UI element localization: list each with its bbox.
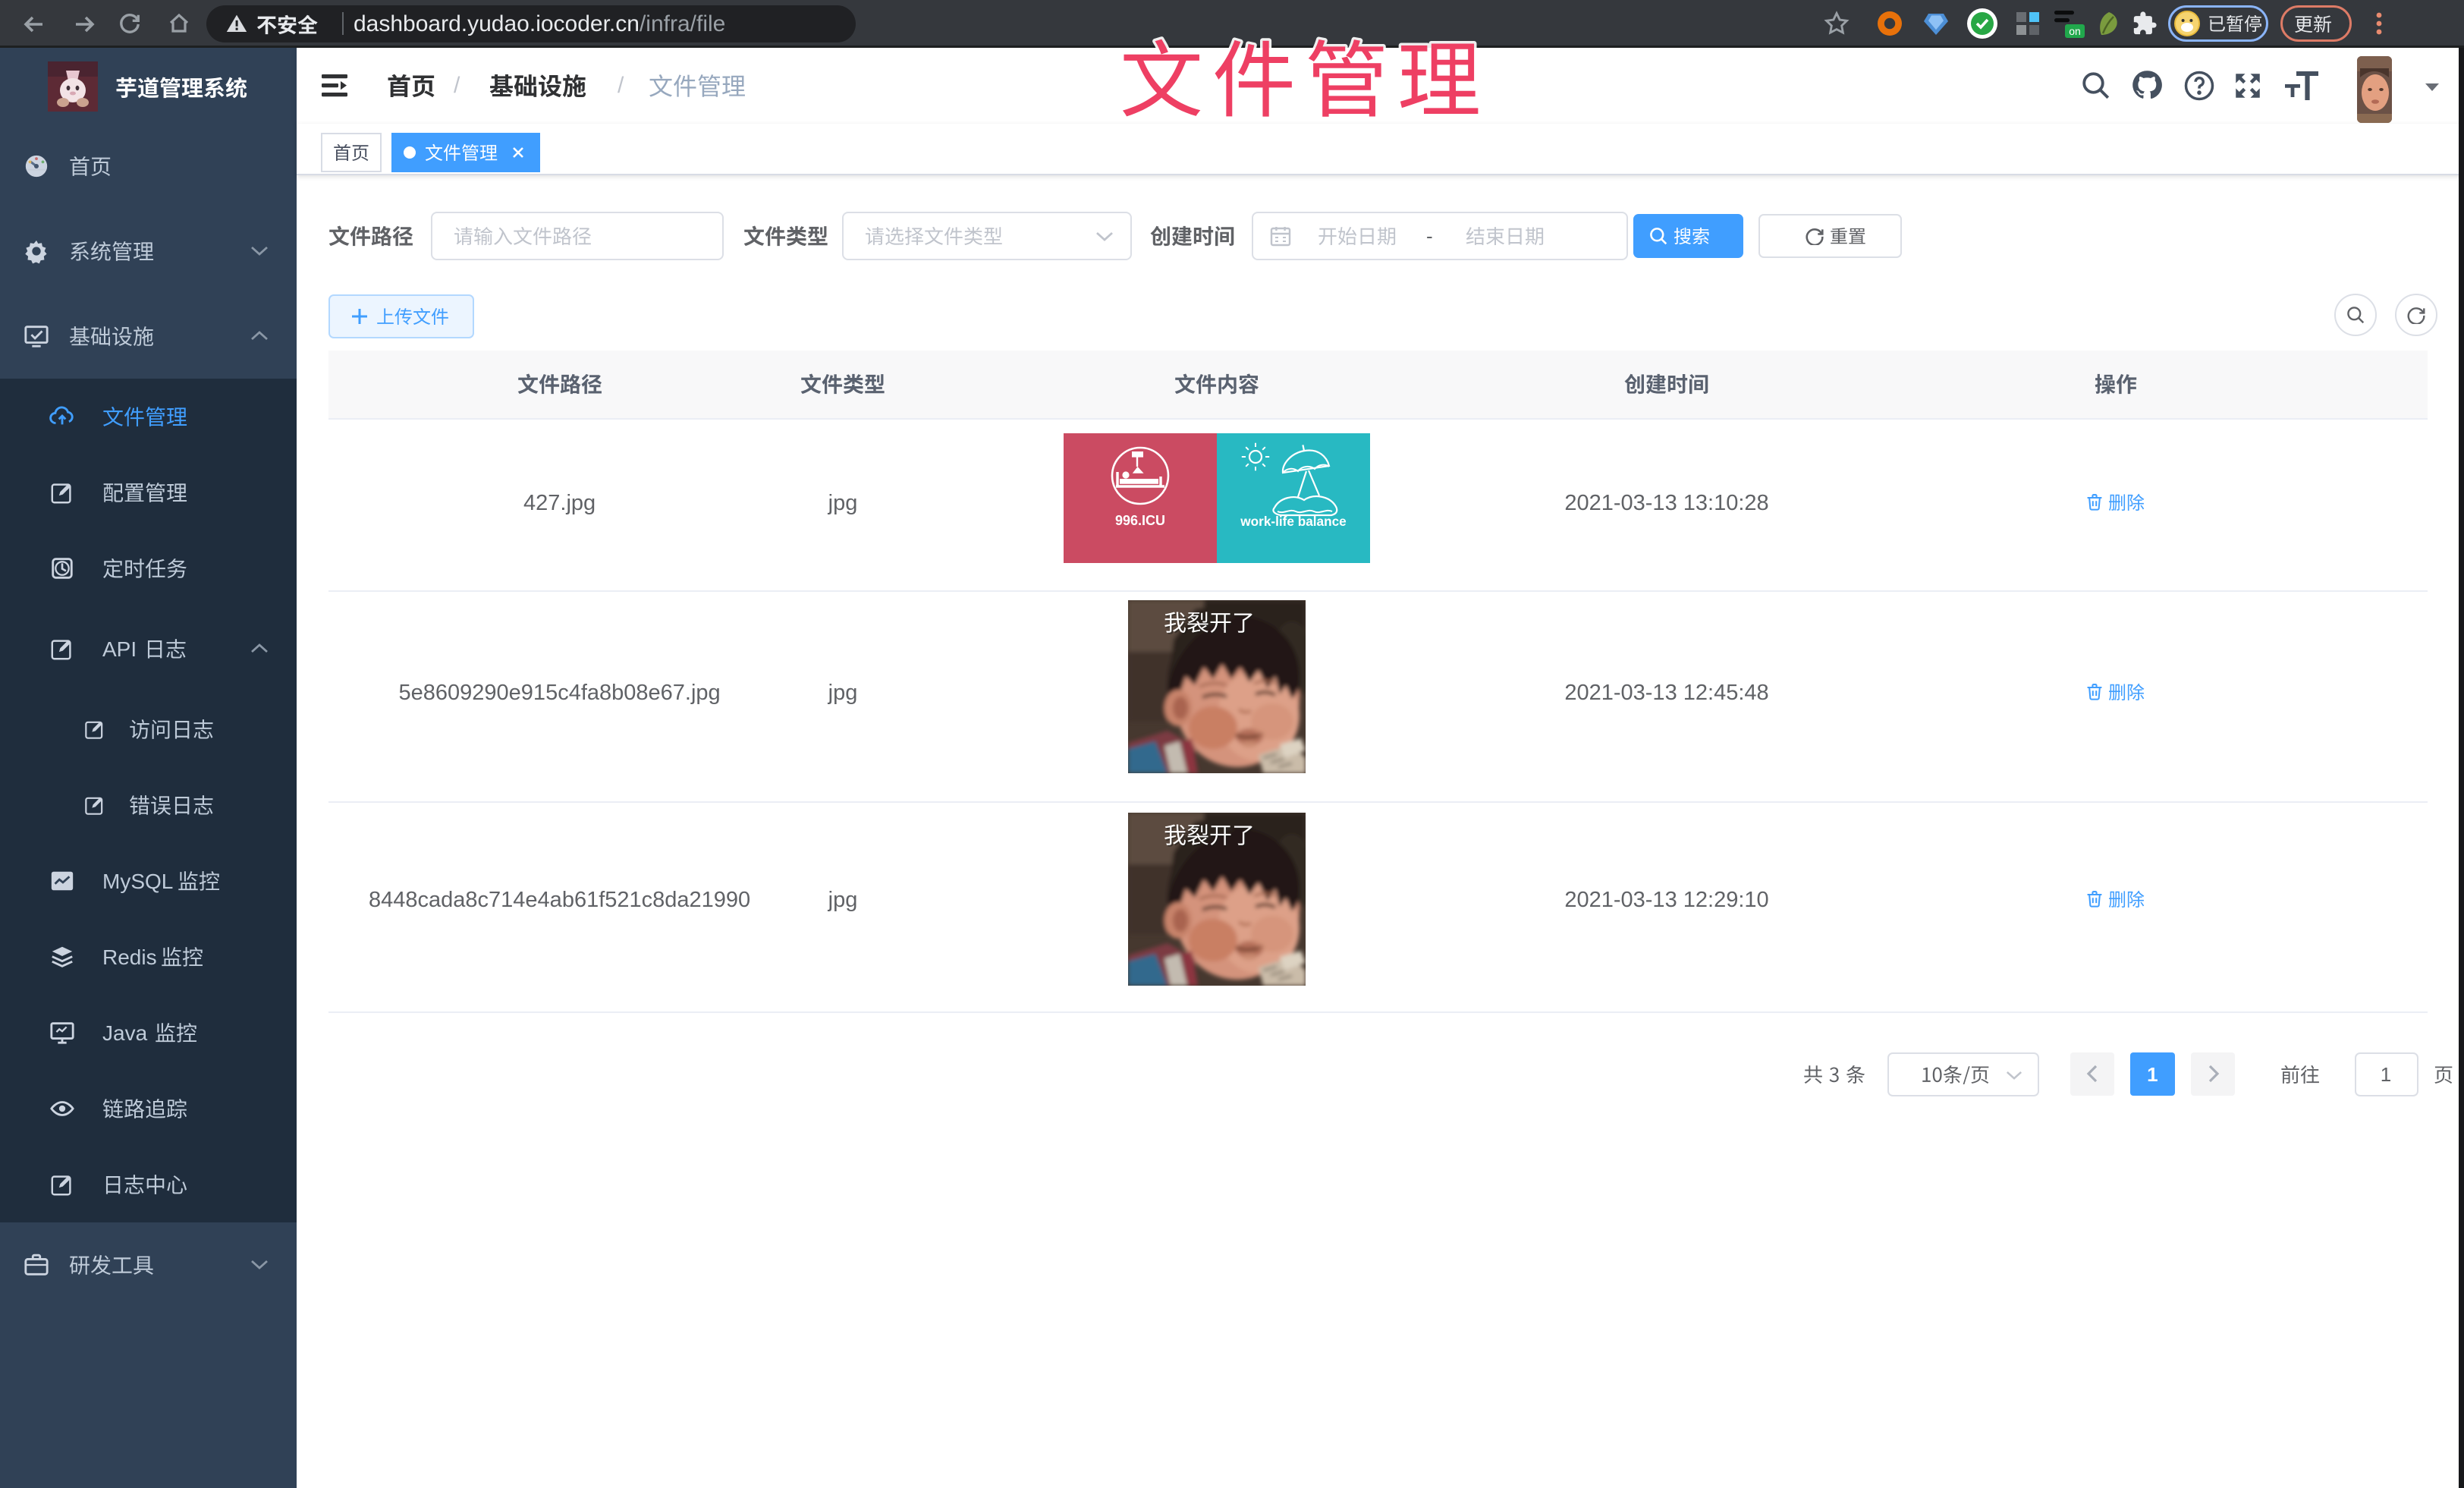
svg-text:996.ICU: 996.ICU	[1115, 513, 1165, 528]
svg-text:on: on	[2069, 25, 2081, 37]
svg-text:work-life balance: work-life balance	[1240, 514, 1346, 529]
